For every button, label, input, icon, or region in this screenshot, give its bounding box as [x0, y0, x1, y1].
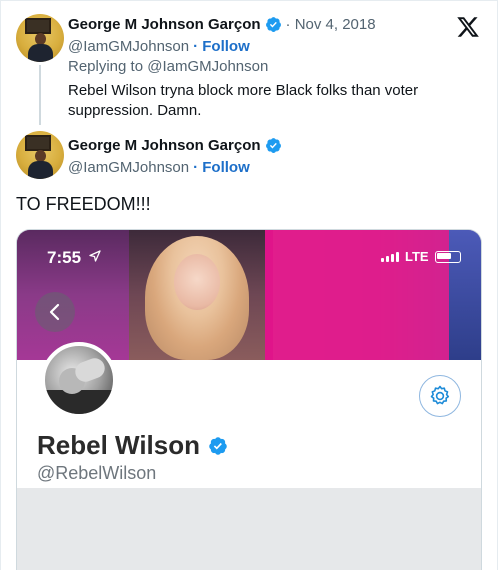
- chevron-left-icon: [49, 303, 60, 321]
- profile-handle: @RebelWilson: [37, 463, 157, 483]
- verified-badge-icon: [265, 138, 281, 153]
- follow-link[interactable]: · Follow: [193, 159, 250, 176]
- profile-display-name: Rebel Wilson: [37, 430, 228, 461]
- reply-tweet-text: Rebel Wilson tryna block more Black folk…: [68, 82, 419, 119]
- status-bar-time: 7:55: [47, 248, 101, 268]
- tweet-date[interactable]: · Nov 4, 2018: [286, 16, 376, 33]
- profile-avatar[interactable]: [41, 342, 117, 418]
- avatar-shadow: [45, 390, 113, 414]
- network-label: LTE: [405, 249, 429, 264]
- tweet-media-image[interactable]: 7:55 LTE Rebel Wilson @RebelWilson: [16, 229, 482, 570]
- avatar-frame: [25, 135, 51, 151]
- banner-portrait-face: [174, 254, 220, 310]
- status-bar-indicators: LTE: [381, 249, 461, 264]
- author-avatar[interactable]: [16, 131, 64, 179]
- author-handle[interactable]: @IamGMJohnson: [68, 159, 189, 176]
- main-handle-row: @IamGMJohnson · Follow: [68, 159, 250, 176]
- author-avatar[interactable]: [16, 14, 64, 62]
- avatar-body: [28, 161, 53, 179]
- author-handle[interactable]: @IamGMJohnson: [68, 38, 189, 55]
- author-name[interactable]: George M Johnson Garçon: [68, 137, 261, 154]
- gear-icon: [430, 385, 450, 405]
- reply-handle-row: @IamGMJohnson · Follow: [68, 38, 250, 55]
- tweet-embed-card: George M Johnson Garçon · Nov 4, 2018 @I…: [0, 0, 498, 570]
- avatar-frame: [25, 18, 51, 34]
- location-arrow-icon: [89, 250, 101, 262]
- settings-button[interactable]: [419, 375, 461, 417]
- back-button[interactable]: [35, 292, 75, 332]
- x-logo-icon[interactable]: [456, 15, 480, 39]
- reply-author-row: George M Johnson Garçon · Nov 4, 2018: [68, 16, 376, 33]
- author-name[interactable]: George M Johnson Garçon: [68, 16, 261, 33]
- verified-badge-icon: [265, 17, 281, 32]
- follow-link[interactable]: · Follow: [193, 38, 250, 55]
- main-author-row: George M Johnson Garçon: [68, 137, 282, 154]
- battery-icon: [434, 250, 461, 263]
- signal-strength-icon: [381, 251, 399, 262]
- avatar-body: [28, 44, 53, 62]
- profile-placeholder-area: [17, 488, 481, 570]
- main-tweet-text: TO FREEDOM!!!: [16, 194, 151, 214]
- status-time-text: 7:55: [47, 248, 82, 267]
- replying-to-label[interactable]: Replying to @IamGMJohnson: [68, 58, 268, 75]
- thread-connector-line: [39, 65, 41, 125]
- profile-name-text: Rebel Wilson: [37, 430, 201, 460]
- verified-badge-icon: [209, 436, 227, 455]
